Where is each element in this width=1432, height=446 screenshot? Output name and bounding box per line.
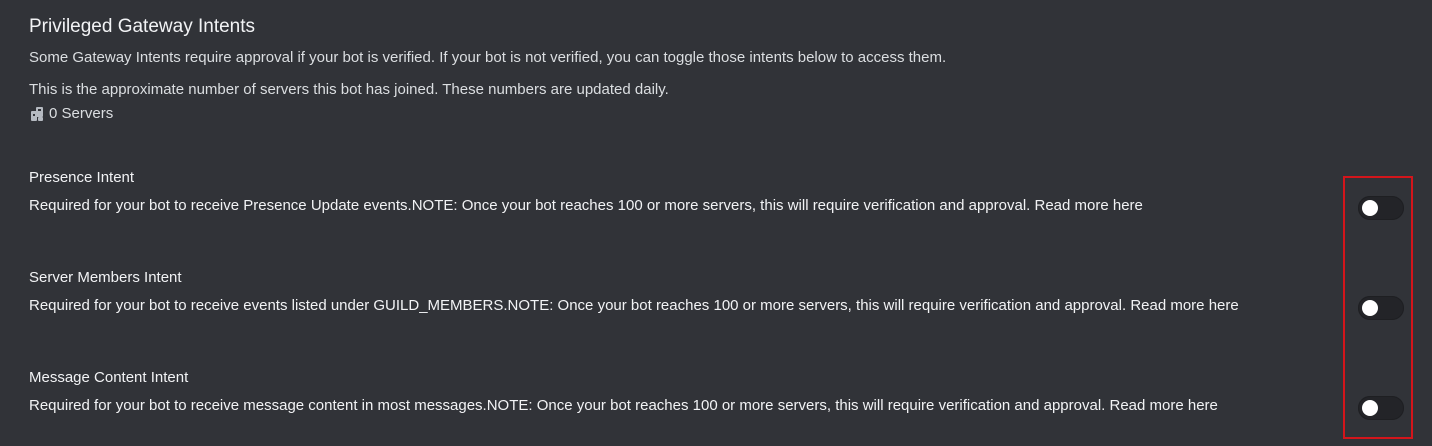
presence-intent-title: Presence Intent: [29, 169, 135, 186]
privileged-intents-panel: Privileged Gateway Intents Some Gateway …: [0, 0, 1432, 446]
message-content-intent-description: Required for your bot to receive message…: [29, 397, 1218, 414]
toggle-knob: [1362, 200, 1378, 216]
server-members-intent-toggle[interactable]: [1358, 296, 1404, 320]
toggle-knob: [1362, 400, 1378, 416]
server-note: This is the approximate number of server…: [29, 81, 669, 98]
message-content-intent-toggle[interactable]: [1358, 396, 1404, 420]
message-content-intent-title: Message Content Intent: [29, 369, 189, 386]
toggle-knob: [1362, 300, 1378, 316]
presence-intent-toggle[interactable]: [1358, 196, 1404, 220]
server-count-label: 0 Servers: [49, 105, 114, 122]
presence-intent-description: Required for your bot to receive Presenc…: [29, 197, 1143, 214]
section-title: Privileged Gateway Intents: [29, 16, 256, 37]
section-description: Some Gateway Intents require approval if…: [29, 49, 947, 66]
server-members-intent-title: Server Members Intent: [29, 269, 182, 286]
servers-icon: [29, 106, 45, 122]
server-members-intent-description: Required for your bot to receive events …: [29, 297, 1239, 314]
server-count: 0 Servers: [29, 105, 113, 122]
